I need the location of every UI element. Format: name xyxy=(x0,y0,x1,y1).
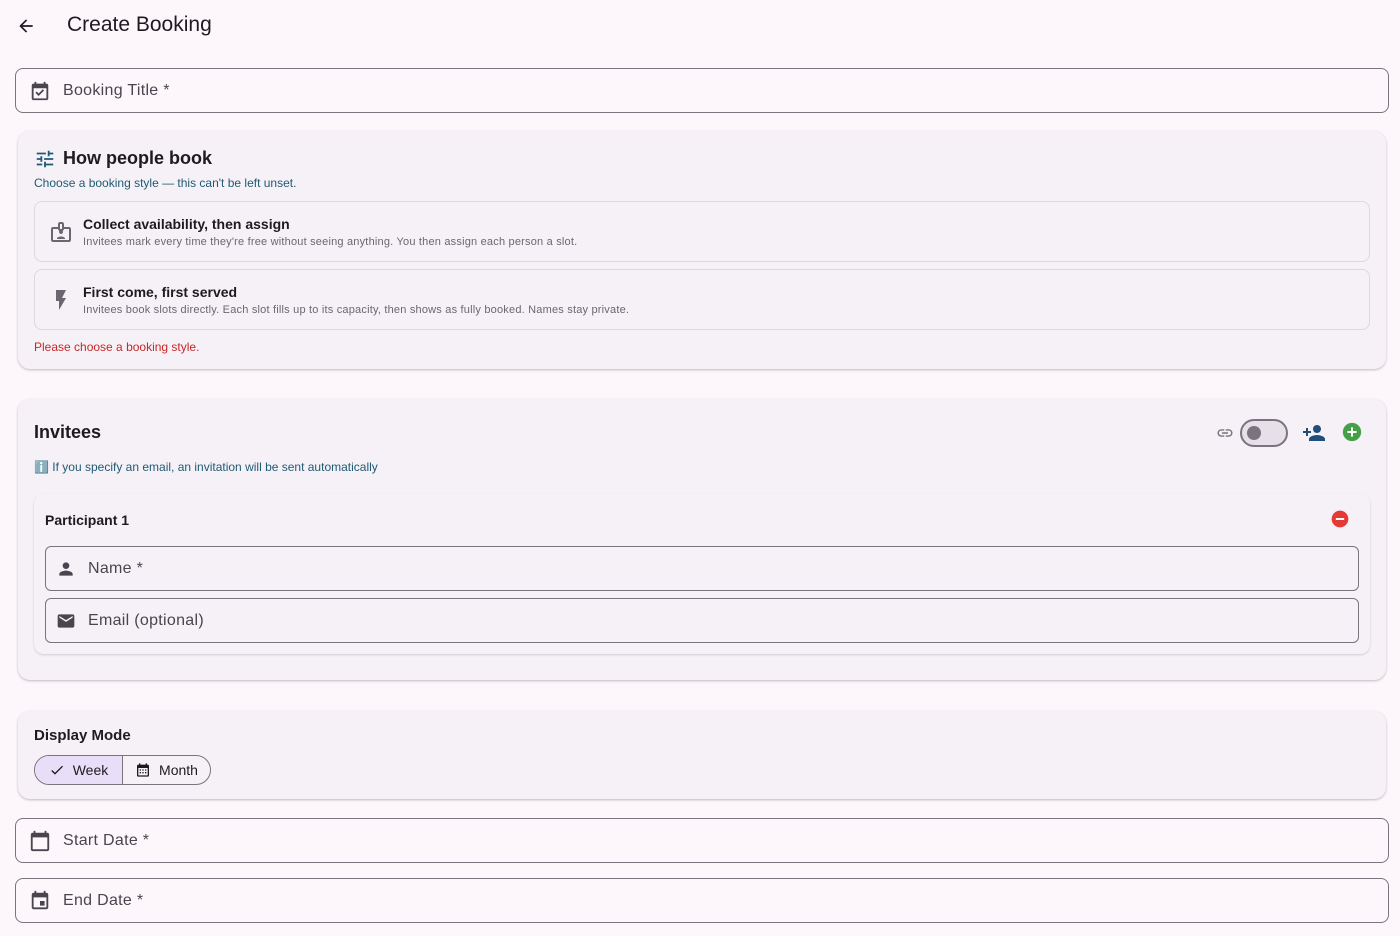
booking-style-error: Please choose a booking style. xyxy=(34,340,200,354)
booking-style-hint: Choose a booking style — this can't be l… xyxy=(34,176,297,190)
calendar-icon xyxy=(22,830,58,852)
option-collect-availability[interactable]: Collect availability, then assign Invite… xyxy=(34,201,1370,262)
participant-email-field[interactable]: Email (optional) xyxy=(45,598,1359,643)
back-arrow-icon[interactable] xyxy=(10,10,42,42)
booking-title-label: Booking Title * xyxy=(63,81,170,99)
info-icon: ℹ️ xyxy=(34,460,49,474)
toggle-knob xyxy=(1247,426,1261,440)
participant-name-field[interactable]: Name * xyxy=(45,546,1359,591)
start-date-field[interactable]: Start Date * xyxy=(15,818,1389,863)
segment-week[interactable]: Week xyxy=(35,756,123,784)
segment-month-label: Month xyxy=(159,762,198,778)
option-first-come[interactable]: First come, first served Invitees book s… xyxy=(34,269,1370,330)
option-description: Invitees mark every time they're free wi… xyxy=(83,236,578,248)
add-circle-icon[interactable] xyxy=(1341,421,1363,448)
invitees-hint-text: If you specify an email, an invitation w… xyxy=(52,460,378,474)
segment-week-label: Week xyxy=(72,762,109,778)
calendar-check-icon xyxy=(22,80,58,102)
option-description: Invitees book slots directly. Each slot … xyxy=(83,304,630,316)
booking-title-field[interactable]: Booking Title * xyxy=(15,68,1389,113)
badge-icon xyxy=(49,220,73,244)
end-date-field[interactable]: End Date * xyxy=(15,878,1389,923)
booking-style-card: How people book Choose a booking style —… xyxy=(18,131,1386,369)
email-label: Email (optional) xyxy=(88,611,204,629)
remove-circle-icon[interactable] xyxy=(1330,509,1350,534)
tune-icon xyxy=(34,148,56,175)
name-label: Name * xyxy=(88,559,144,577)
share-link-toggle[interactable] xyxy=(1240,419,1288,447)
link-icon xyxy=(1216,424,1234,447)
option-title: Collect availability, then assign xyxy=(83,216,290,232)
option-title: First come, first served xyxy=(83,284,238,300)
person-icon xyxy=(48,559,84,579)
add-person-icon[interactable] xyxy=(1302,421,1326,450)
end-date-label: End Date * xyxy=(63,891,144,909)
invitees-hint: ℹ️ If you specify an email, an invitatio… xyxy=(34,460,378,474)
calendar-month-icon xyxy=(137,763,150,777)
display-mode-card: Display Mode Week Month xyxy=(18,711,1386,799)
start-date-label: Start Date * xyxy=(63,831,150,849)
event-icon xyxy=(22,890,58,912)
segment-month[interactable]: Month xyxy=(123,756,210,784)
invitees-card: Invitees ℹ️ If you specify an email, an … xyxy=(18,399,1386,680)
booking-style-title: How people book xyxy=(63,148,213,168)
check-icon xyxy=(50,765,63,775)
participant-title: Participant 1 xyxy=(45,512,130,528)
invitees-title: Invitees xyxy=(34,422,102,442)
participant-card: Participant 1 Name * Email (optional) xyxy=(34,494,1370,654)
display-mode-title: Display Mode xyxy=(34,727,131,744)
page-title: Create Booking xyxy=(67,13,212,36)
app-bar: Create Booking xyxy=(0,0,1400,52)
bolt-icon xyxy=(49,288,73,312)
mail-icon xyxy=(48,611,84,631)
display-mode-segmented: Week Month xyxy=(34,755,211,785)
